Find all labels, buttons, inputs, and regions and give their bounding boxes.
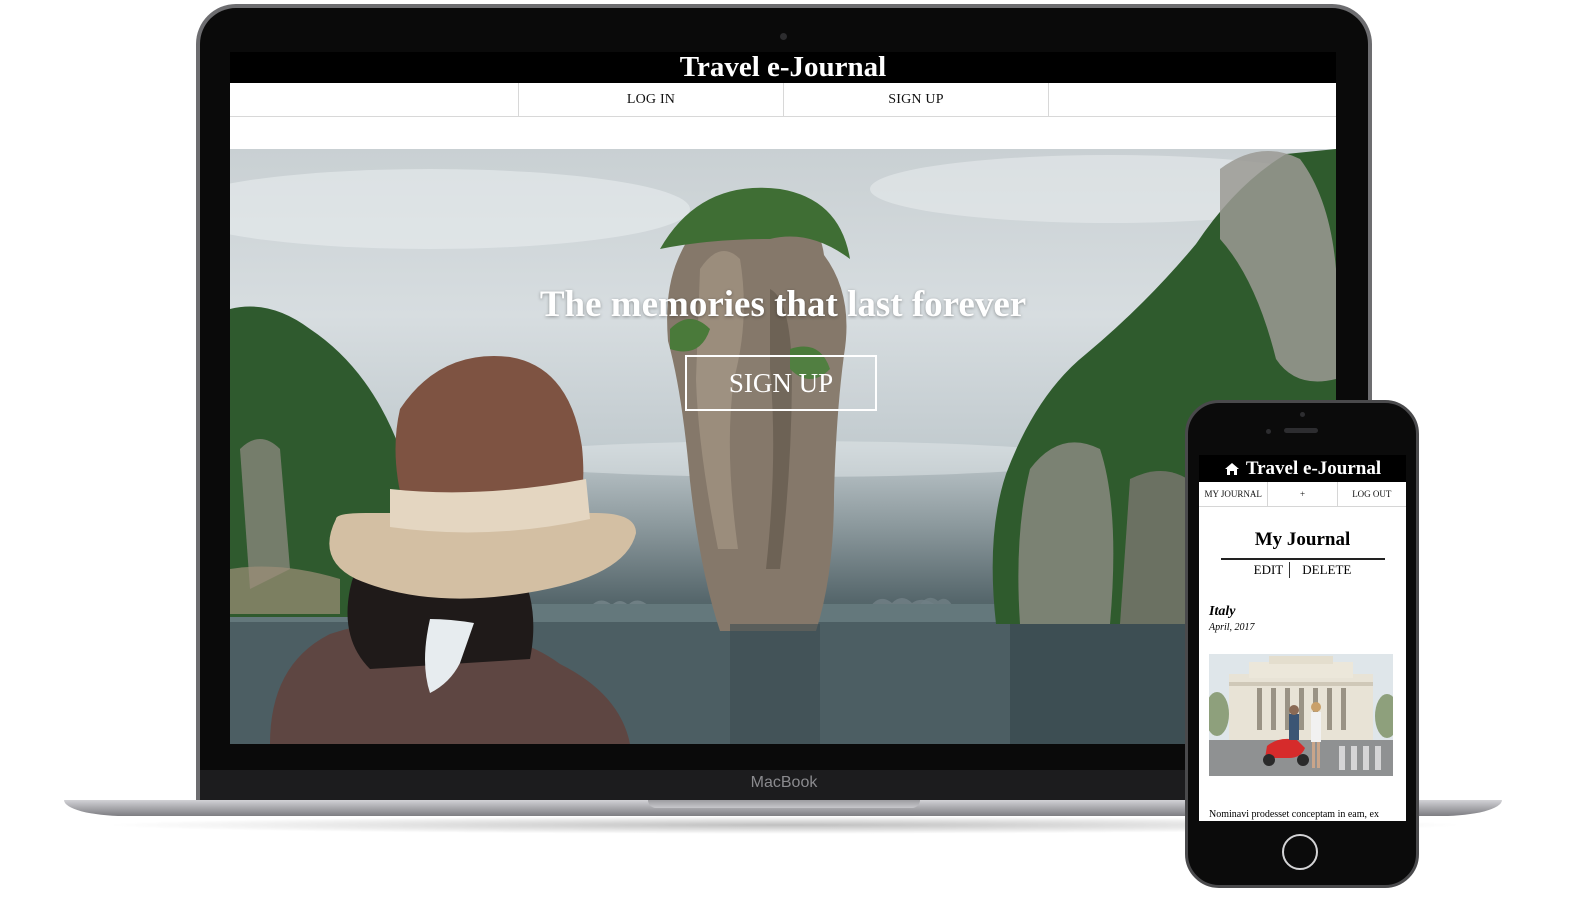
delete-button[interactable]: DELETE (1296, 562, 1357, 578)
journal-actions: EDIT DELETE (1199, 562, 1406, 578)
journal-page-title: My Journal (1254, 529, 1351, 550)
nav-sign-up-link[interactable]: SIGN UP (784, 83, 1049, 116)
desktop-screen: Travel e-Journal LOG IN SIGN UP The memo… (230, 52, 1336, 744)
entry-body-preview: Nominavi prodesset conceptam in eam, ex (1209, 809, 1379, 820)
entry-date: April, 2017 (1209, 622, 1255, 633)
nav-add-entry-button[interactable]: + (1268, 482, 1338, 506)
edit-button[interactable]: EDIT (1248, 562, 1290, 578)
phone-speaker (1284, 428, 1318, 433)
entry-photo-image (1209, 654, 1393, 776)
hero-background-image (230, 149, 1336, 744)
laptop-camera (780, 33, 787, 40)
nav-spacer-left (230, 83, 519, 116)
title-divider (1220, 558, 1385, 560)
home-icon[interactable] (1224, 462, 1240, 476)
nav-my-journal-link[interactable]: MY JOURNAL (1199, 482, 1269, 506)
nav-log-out-link[interactable]: LOG OUT (1338, 482, 1406, 506)
actions-separator (1289, 562, 1296, 578)
mobile-screen: Travel e-Journal MY JOURNAL + LOG OUT My… (1199, 455, 1406, 821)
nav-spacer-right (1049, 83, 1336, 116)
laptop-opening-notch (648, 800, 920, 808)
mobile-site-title[interactable]: Travel e-Journal (1246, 458, 1381, 480)
site-header: Travel e-Journal (230, 52, 1336, 83)
phone-camera (1300, 412, 1305, 417)
phone-home-button[interactable] (1282, 834, 1318, 870)
hero-headline: The memories that last forever (539, 284, 1027, 325)
hero-section: The memories that last forever SIGN UP (230, 149, 1336, 744)
site-nav: LOG IN SIGN UP (230, 83, 1336, 117)
nav-log-in-link[interactable]: LOG IN (519, 83, 784, 116)
hero-sign-up-button[interactable]: SIGN UP (685, 355, 877, 411)
phone-sensor (1266, 429, 1271, 434)
entry-title[interactable]: Italy (1209, 604, 1406, 620)
mobile-site-nav: MY JOURNAL + LOG OUT (1199, 482, 1406, 507)
entry-photo[interactable] (1209, 654, 1393, 776)
mobile-site-header: Travel e-Journal (1199, 455, 1406, 482)
site-title[interactable]: Travel e-Journal (680, 52, 886, 83)
